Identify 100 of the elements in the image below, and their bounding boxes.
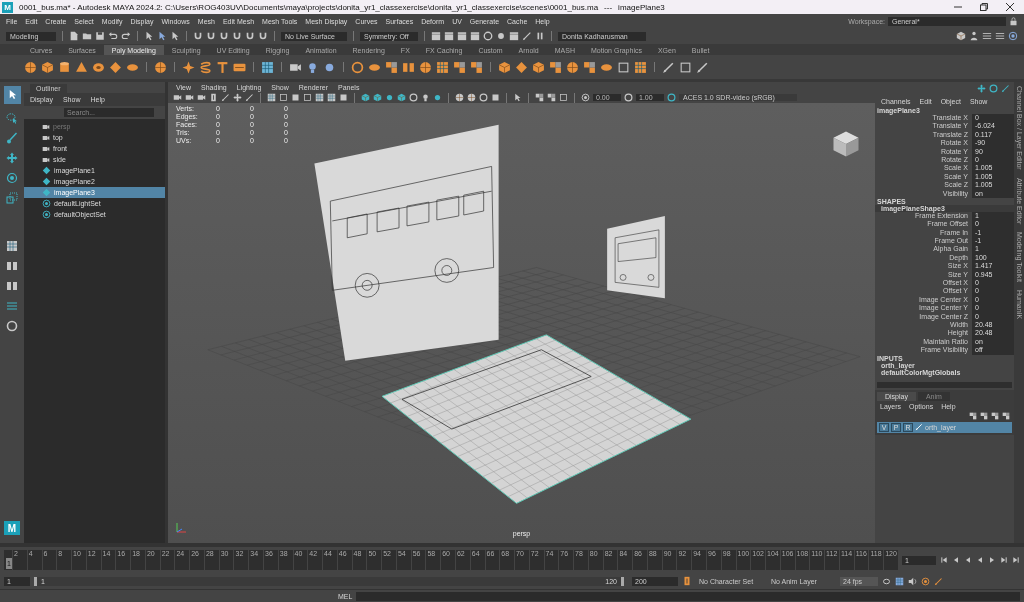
move-icon[interactable] [233,93,242,102]
pen-icon[interactable] [245,93,254,102]
dot-icon[interactable] [496,31,506,41]
paint-icon[interactable] [6,132,18,144]
playback-icon[interactable] [1012,556,1020,564]
grid-icon[interactable] [327,93,336,102]
combine-icon[interactable] [549,60,562,74]
person-icon[interactable] [969,31,979,41]
pen-icon[interactable] [1001,84,1010,93]
image-plane[interactable] [381,334,692,504]
playback-icon[interactable] [1000,556,1008,564]
light-icon[interactable] [421,93,430,102]
grid-icon[interactable] [261,60,274,74]
loop-icon[interactable] [882,576,891,586]
combine-icon[interactable] [385,60,398,74]
ring-icon[interactable] [409,93,418,102]
minimize-icon[interactable] [954,3,962,11]
cylinder-icon[interactable] [58,60,71,74]
ring-icon[interactable] [479,93,488,102]
sound-icon[interactable] [908,576,917,586]
cone-icon[interactable] [75,60,88,74]
layer-icon[interactable] [991,411,999,420]
sphere-icon[interactable] [419,60,432,74]
close-icon[interactable] [1006,3,1014,11]
sphere-icon[interactable] [154,60,167,74]
pause-icon[interactable] [535,31,545,41]
pen-icon[interactable] [662,60,675,74]
sphere-icon[interactable] [455,93,464,102]
save-icon[interactable] [95,31,105,41]
grid-icon[interactable] [436,60,449,74]
box-icon[interactable] [679,60,692,74]
scale-icon[interactable] [6,192,18,204]
sphere-icon[interactable] [467,93,476,102]
ring-icon[interactable] [483,31,493,41]
spiral-icon[interactable] [199,60,212,74]
combine-icon[interactable] [547,93,556,102]
boxfill-icon[interactable] [339,93,348,102]
redo-icon[interactable] [121,31,131,41]
light-icon[interactable] [306,60,319,74]
pen-icon[interactable] [696,60,709,74]
rotate-icon[interactable] [6,172,18,184]
layer-icon[interactable] [969,411,977,420]
dot-icon[interactable] [385,93,394,102]
file-icon[interactable] [69,31,79,41]
boxfill-icon[interactable] [291,93,300,102]
torus-icon[interactable] [92,60,105,74]
combine-icon[interactable] [583,60,596,74]
sphere-icon[interactable] [24,60,37,74]
view-cube-icon[interactable] [831,129,861,159]
title-separator: --- [604,2,613,12]
pen-icon[interactable] [221,93,230,102]
cube-icon[interactable] [532,60,545,74]
undo-icon[interactable] [108,31,118,41]
type-icon[interactable] [216,60,229,74]
sphere-icon[interactable] [566,60,579,74]
box-icon[interactable] [559,93,568,102]
grid-icon[interactable] [634,60,647,74]
lines-icon[interactable] [995,31,1005,41]
cube-icon[interactable] [956,31,966,41]
box-icon[interactable] [617,60,630,74]
grid-icon[interactable] [315,93,324,102]
plane-icon[interactable] [109,60,122,74]
combine-icon[interactable] [453,60,466,74]
camera-icon[interactable] [173,93,182,102]
restore-icon[interactable] [980,3,988,11]
split-icon[interactable] [402,60,415,74]
arrow-icon[interactable] [513,93,522,102]
image-plane[interactable] [607,215,665,299]
cube-icon[interactable] [361,93,370,102]
dot-icon[interactable] [433,93,442,102]
combine-icon[interactable] [470,60,483,74]
layout-icon[interactable] [6,260,18,272]
box-icon[interactable] [279,93,288,102]
boxfill-icon[interactable] [491,93,500,102]
layout-icon[interactable] [6,240,18,252]
layer-icon[interactable] [980,411,988,420]
layer-icon[interactable] [1002,411,1010,420]
ring-icon[interactable] [351,60,364,74]
move-icon[interactable] [6,152,18,164]
lines-icon[interactable] [982,31,992,41]
lasso-icon[interactable] [6,112,18,124]
camera-icon[interactable] [185,93,194,102]
cube-icon[interactable] [498,60,511,74]
command-field[interactable] [356,591,1020,601]
select-tool-button[interactable] [3,86,21,104]
image-plane[interactable] [314,124,499,361]
playback-icon[interactable] [940,556,948,564]
lock-icon[interactable] [1009,16,1018,26]
layout-icon[interactable] [6,280,18,292]
plane-icon[interactable] [515,60,528,74]
camera-icon[interactable] [197,93,206,102]
cube-icon[interactable] [373,93,382,102]
sparkle-icon[interactable] [182,60,195,74]
cube-icon[interactable] [41,60,54,74]
grid-icon[interactable] [267,93,276,102]
combine-icon[interactable] [535,93,544,102]
cube-icon[interactable] [397,93,406,102]
box-icon[interactable] [303,93,312,102]
pen-icon[interactable] [522,31,532,41]
folder-icon[interactable] [82,31,92,41]
